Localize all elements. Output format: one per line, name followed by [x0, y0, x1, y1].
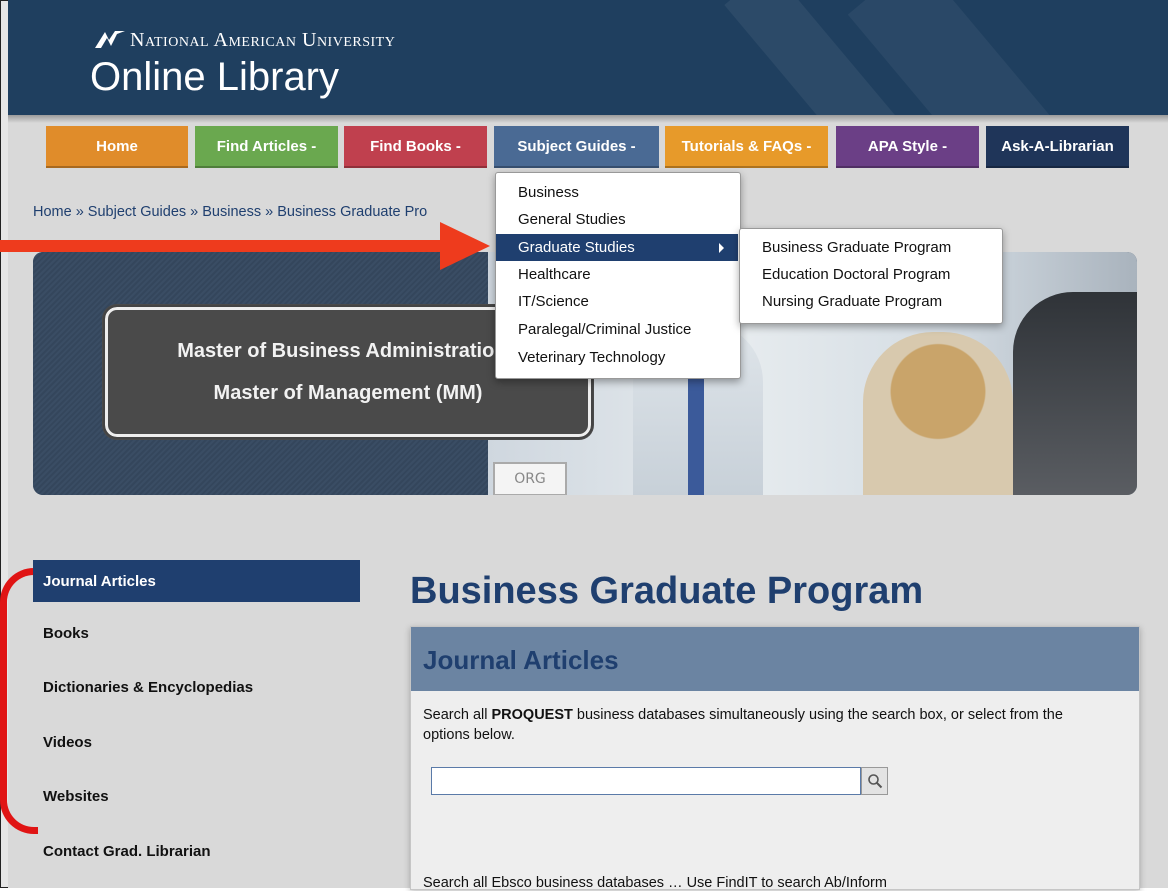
- submenu-item-education-doctoral[interactable]: Education Doctoral Program: [762, 266, 950, 283]
- dropdown-item-healthcare[interactable]: Healthcare: [496, 261, 738, 288]
- nav-find-articles[interactable]: Find Articles -: [195, 126, 338, 168]
- page-title: Business Graduate Program: [410, 570, 924, 612]
- intro-bold: PROQUEST: [491, 707, 573, 723]
- search-button[interactable]: [861, 767, 888, 795]
- proquest-search-input[interactable]: [431, 767, 861, 795]
- caret-right-icon: [719, 243, 724, 253]
- nav-tutorials-faqs[interactable]: Tutorials & FAQs -: [665, 126, 828, 168]
- nav-find-books[interactable]: Find Books -: [344, 126, 487, 168]
- nav-apa-style[interactable]: APA Style -: [836, 126, 979, 168]
- banner-plaque-line: Master of Business Administration (: [177, 340, 519, 362]
- dropdown-item-graduate-studies[interactable]: Graduate Studies: [496, 234, 738, 261]
- intro-text: Search all: [423, 707, 492, 723]
- library-title[interactable]: Online Library: [90, 55, 339, 100]
- dropdown-item-general-studies[interactable]: General Studies: [496, 206, 738, 233]
- dropdown-item-veterinary[interactable]: Veterinary Technology: [496, 344, 738, 371]
- header-shadow: [8, 115, 1168, 123]
- sidebar-item-journal-articles[interactable]: Journal Articles: [33, 560, 360, 602]
- nav-home[interactable]: Home: [46, 126, 188, 168]
- dropdown-item-paralegal[interactable]: Paralegal/Criminal Justice: [496, 316, 738, 343]
- sidebar-item-contact-librarian[interactable]: Contact Grad. Librarian: [33, 830, 360, 872]
- nav-ask-a-librarian[interactable]: Ask-A-Librarian: [986, 126, 1129, 168]
- subject-guides-dropdown: Business General Studies Graduate Studie…: [495, 172, 741, 379]
- banner-person: [1013, 292, 1137, 495]
- annotation-arrow-shaft: [0, 240, 455, 252]
- submenu-item-nursing-graduate[interactable]: Nursing Graduate Program: [762, 293, 942, 310]
- journal-articles-panel: Journal Articles Search all PROQUEST bus…: [410, 626, 1140, 891]
- banner-person: [863, 332, 1013, 495]
- submenu-item-business-graduate[interactable]: Business Graduate Program: [762, 239, 951, 256]
- breadcrumb[interactable]: Home » Subject Guides » Business » Busin…: [33, 204, 427, 220]
- panel-intro: Search all PROQUEST business databases s…: [423, 705, 1113, 745]
- sidebar-item-videos[interactable]: Videos: [33, 721, 360, 763]
- sidebar-item-dictionaries[interactable]: Dictionaries & Encyclopedias: [33, 666, 360, 708]
- site-header: National American University Online Libr…: [8, 0, 1168, 115]
- university-name[interactable]: National American University: [130, 29, 395, 52]
- panel-title: Journal Articles: [423, 645, 619, 675]
- dropdown-item-it-science[interactable]: IT/Science: [496, 288, 738, 315]
- sidebar-item-books[interactable]: Books: [33, 612, 360, 654]
- nav-subject-guides[interactable]: Subject Guides -: [494, 126, 659, 168]
- dropdown-item-business[interactable]: Business: [496, 179, 738, 206]
- annotation-arrow-head: [440, 222, 490, 270]
- sidebar-item-websites[interactable]: Websites: [33, 775, 360, 817]
- panel-header: Journal Articles: [411, 627, 1139, 691]
- banner-person-tie: [688, 362, 704, 495]
- dropdown-item-label: Graduate Studies: [518, 239, 635, 256]
- banner-plaque-line: Master of Management (MM): [213, 382, 483, 404]
- graduate-studies-submenu: Business Graduate Program Education Doct…: [739, 228, 1003, 324]
- panel-footer-text: Search all Ebsco business databases … Us…: [423, 875, 887, 891]
- search-icon: [867, 774, 882, 789]
- university-logo-icon: [95, 31, 125, 48]
- banner-whiteboard: ORG: [493, 462, 567, 495]
